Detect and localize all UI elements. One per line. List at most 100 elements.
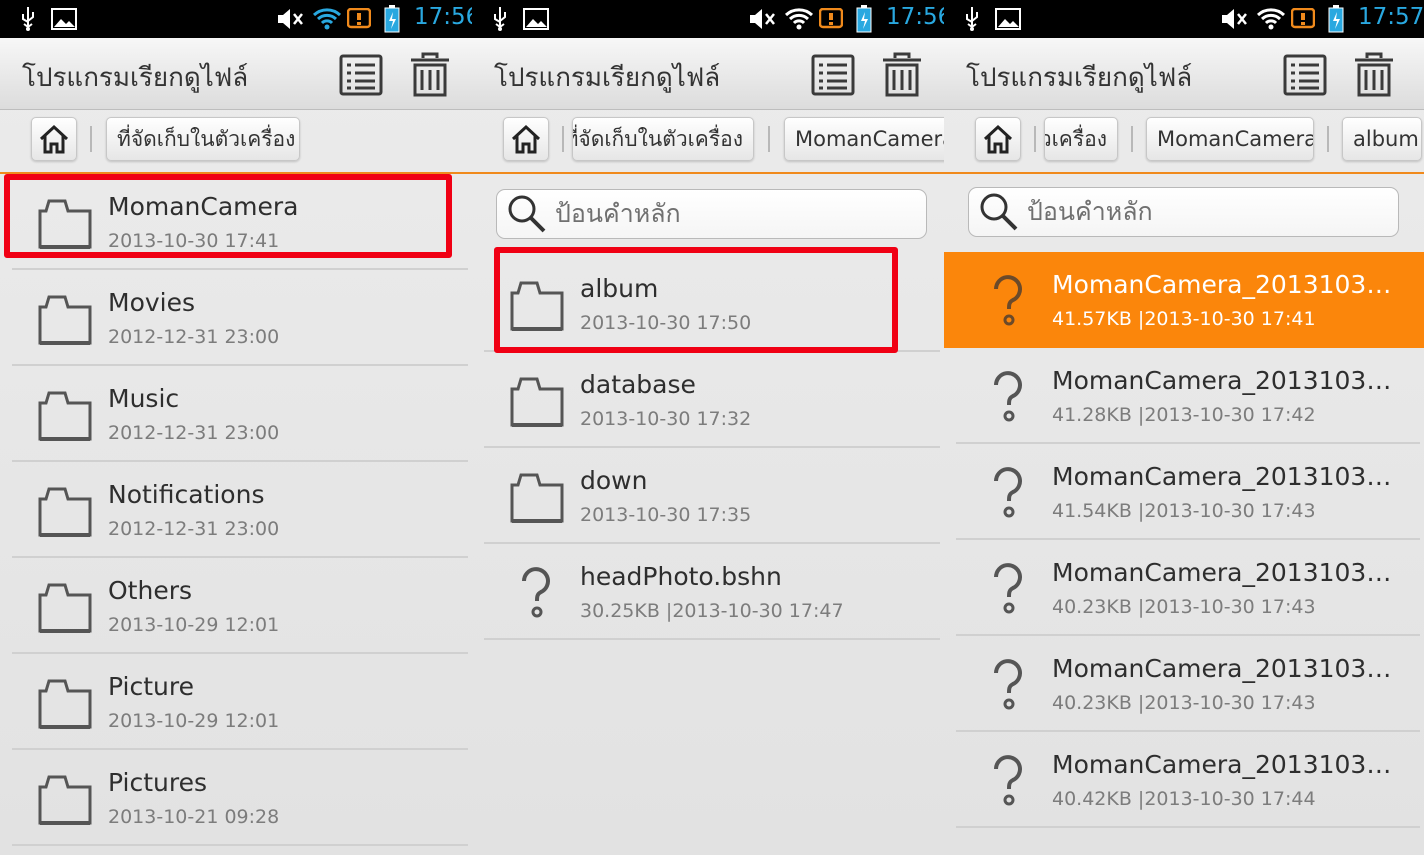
breadcrumb-album[interactable]: album	[1342, 117, 1422, 161]
list-item[interactable]: Music 2012-12-31 23:00	[12, 366, 468, 462]
item-name: MomanCamera_20131030...	[1052, 558, 1392, 587]
alert-notification-icon	[818, 0, 844, 38]
breadcrumb: ที่จัดเก็บในตัวเครื่อง MomanCamera	[472, 110, 944, 174]
list-item[interactable]: MomanCamera_20131030... 40.23KB |2013-10…	[956, 540, 1420, 636]
breadcrumb-separator	[1034, 126, 1036, 152]
folder-icon	[36, 578, 94, 636]
item-name: Music	[108, 384, 180, 413]
list-item[interactable]: Notifications 2012-12-31 23:00	[12, 462, 468, 558]
breadcrumb-separator	[768, 126, 770, 152]
mute-icon	[1220, 0, 1248, 38]
list-item[interactable]: MomanCamera_20131030... 41.28KB |2013-10…	[956, 348, 1420, 444]
list-item[interactable]: Others 2013-10-29 12:01	[12, 558, 468, 654]
item-name: database	[580, 370, 696, 399]
search-placeholder: ป้อนคำหลัก	[555, 199, 681, 228]
image-notification-icon	[994, 0, 1022, 38]
search-input[interactable]: ป้อนคำหลัก	[968, 187, 1399, 237]
title-bar: โปรแกรมเรียกดูไฟล์	[472, 38, 944, 110]
status-bar: 17:56	[472, 0, 944, 38]
battery-charging-icon	[1326, 0, 1346, 38]
list-item-selected[interactable]: MomanCamera_20131030... 41.57KB |2013-10…	[944, 252, 1424, 348]
delete-button[interactable]	[877, 50, 927, 100]
search-icon	[980, 193, 1018, 231]
item-meta: 40.42KB |2013-10-30 17:44	[1052, 788, 1316, 810]
app-title: โปรแกรมเรียกดูไฟล์	[494, 63, 721, 93]
list-item[interactable]: MomanCamera 2013-10-30 17:41	[12, 174, 468, 270]
item-name: album	[580, 274, 659, 303]
unknown-file-icon	[980, 464, 1038, 522]
breadcrumb-internal-storage[interactable]: ที่จัดเก็บในตัวเครื่อง	[106, 117, 300, 161]
home-icon	[983, 124, 1013, 154]
item-name: Movies	[108, 288, 196, 317]
breadcrumb-separator	[1131, 126, 1133, 152]
home-button[interactable]	[31, 117, 77, 161]
usb-icon	[16, 0, 40, 38]
item-name: MomanCamera_20131030...	[1052, 270, 1392, 299]
list-item[interactable]: MomanCamera_20131030... 40.42KB |2013-10…	[956, 732, 1420, 828]
app-title: โปรแกรมเรียกดูไฟล์	[966, 63, 1193, 93]
item-meta: 2013-10-21 09:28	[108, 806, 280, 828]
file-browser-screen-3: 17:57 โปรแกรมเรียกดูไฟล์ ในตัวเครื่อง Mo…	[944, 0, 1424, 855]
breadcrumb-internal-storage[interactable]: ที่จัดเก็บในตัวเครื่อง	[572, 117, 754, 161]
item-name: Picture	[108, 672, 194, 701]
item-name: headPhoto.bshn	[580, 562, 782, 591]
unknown-file-icon	[508, 564, 566, 622]
item-name: MomanCamera_20131030...	[1052, 750, 1392, 779]
folder-icon	[36, 770, 94, 828]
folder-icon	[508, 276, 566, 334]
alert-notification-icon	[1290, 0, 1316, 38]
usb-icon	[960, 0, 984, 38]
item-meta: 2013-10-30 17:41	[108, 230, 280, 252]
item-name: Pictures	[108, 768, 207, 797]
breadcrumb-separator	[90, 126, 92, 152]
item-meta: 2013-10-29 12:01	[108, 614, 280, 636]
delete-button[interactable]	[1349, 50, 1399, 100]
list-item[interactable]: headPhoto.bshn 30.25KB |2013-10-30 17:47	[484, 544, 940, 640]
item-meta: 2013-10-30 17:50	[580, 312, 752, 334]
item-meta: 41.28KB |2013-10-30 17:42	[1052, 404, 1316, 426]
breadcrumb-internal-storage[interactable]: ในตัวเครื่อง	[1044, 117, 1118, 161]
list-view-button[interactable]	[808, 50, 858, 100]
item-name: Notifications	[108, 480, 265, 509]
home-button[interactable]	[975, 117, 1021, 161]
mute-icon	[276, 0, 304, 38]
list-item[interactable]: Pictures 2013-10-21 09:28	[12, 750, 468, 846]
mute-icon	[748, 0, 776, 38]
list-item[interactable]: database 2013-10-30 17:32	[484, 352, 940, 448]
list-item[interactable]: MomanCamera_20131030... 41.54KB |2013-10…	[956, 444, 1420, 540]
file-browser-screen-2: 17:56 โปรแกรมเรียกดูไฟล์ ที่จัดเก็บในตัว…	[472, 0, 944, 855]
folder-icon	[36, 386, 94, 444]
wifi-icon	[312, 0, 342, 38]
list-view-icon	[339, 54, 383, 96]
list-view-icon	[1283, 54, 1327, 96]
list-item[interactable]: album 2013-10-30 17:50	[484, 256, 940, 352]
breadcrumb-separator	[1327, 126, 1329, 152]
item-name: MomanCamera	[108, 192, 299, 221]
folder-icon	[36, 194, 94, 252]
title-bar: โปรแกรมเรียกดูไฟล์	[0, 38, 472, 110]
list-item[interactable]: MomanCamera_20131030... 40.23KB |2013-10…	[956, 636, 1420, 732]
unknown-file-icon	[980, 560, 1038, 618]
breadcrumb-momancamera[interactable]: MomanCamera	[784, 117, 944, 161]
item-name: MomanCamera_20131030...	[1052, 366, 1392, 395]
unknown-file-icon	[980, 368, 1038, 426]
list-item[interactable]: Picture 2013-10-29 12:01	[12, 654, 468, 750]
list-item[interactable]: Movies 2012-12-31 23:00	[12, 270, 468, 366]
search-icon	[508, 195, 546, 233]
list-view-button[interactable]	[336, 50, 386, 100]
folder-icon	[36, 290, 94, 348]
search-input[interactable]: ป้อนคำหลัก	[496, 189, 927, 239]
item-meta: 30.25KB |2013-10-30 17:47	[580, 600, 844, 622]
item-meta: 40.23KB |2013-10-30 17:43	[1052, 692, 1316, 714]
trash-icon	[1355, 52, 1393, 97]
home-button[interactable]	[503, 117, 549, 161]
app-title: โปรแกรมเรียกดูไฟล์	[22, 63, 249, 93]
delete-button[interactable]	[405, 50, 455, 100]
item-name: MomanCamera_20131030...	[1052, 654, 1392, 683]
breadcrumb-momancamera[interactable]: MomanCamera	[1146, 117, 1314, 161]
list-view-button[interactable]	[1280, 50, 1330, 100]
folder-icon	[36, 482, 94, 540]
list-item[interactable]: down 2013-10-30 17:35	[484, 448, 940, 544]
breadcrumb: ในตัวเครื่อง MomanCamera album	[944, 110, 1424, 174]
search-placeholder: ป้อนคำหลัก	[1027, 197, 1153, 226]
